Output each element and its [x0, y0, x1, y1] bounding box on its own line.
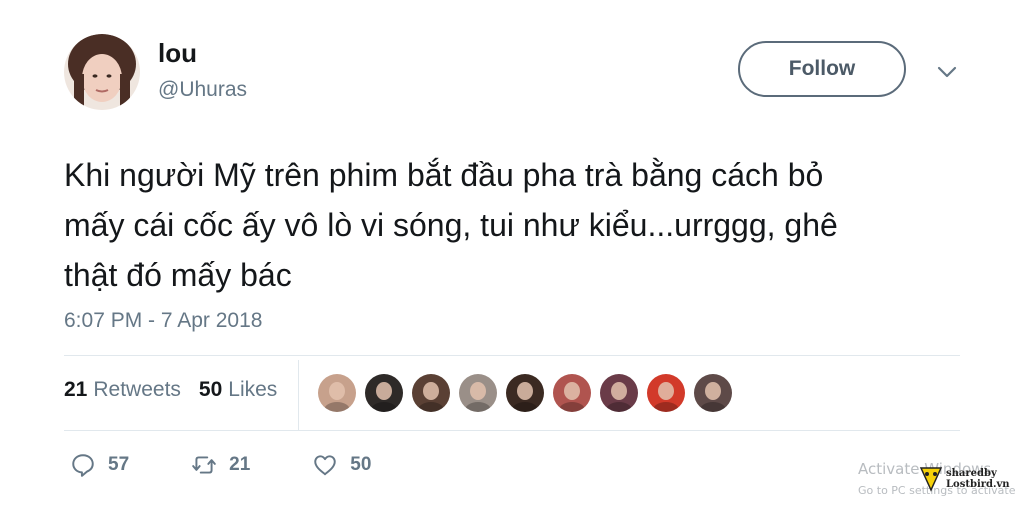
badge-line-1: sharedby: [946, 468, 997, 479]
follow-button[interactable]: Follow: [738, 41, 906, 97]
retweet-icon: [192, 456, 216, 474]
liker-avatar-2[interactable]: [365, 374, 403, 412]
reply-icon: [72, 454, 94, 477]
user-avatar[interactable]: [64, 34, 140, 110]
divider: [64, 355, 960, 356]
retweets-stat[interactable]: 21 Retweets: [64, 378, 181, 402]
liker-avatar-4[interactable]: [459, 374, 497, 412]
heart-icon: [314, 455, 337, 476]
retweet-button[interactable]: 21: [191, 452, 250, 478]
retweets-count: 21: [64, 378, 88, 401]
liker-avatar-1[interactable]: [318, 374, 356, 412]
user-name[interactable]: lou: [158, 38, 197, 69]
sharedby-badge: sharedby Lostbird.vn: [918, 464, 1010, 494]
like-button[interactable]: 50: [312, 452, 371, 478]
tweet-stats: 21 Retweets 50 Likes: [64, 378, 277, 402]
liker-avatar-9[interactable]: [694, 374, 732, 412]
bird-logo-icon: [919, 467, 943, 492]
chevron-down-icon[interactable]: [935, 60, 959, 84]
divider: [64, 430, 960, 431]
tweet-text-line: Khi người Mỹ trên phim bắt đầu pha trà b…: [64, 157, 824, 193]
liked-by-avatars: [318, 374, 732, 412]
like-count: 50: [350, 454, 372, 475]
retweet-count: 21: [229, 454, 251, 475]
user-handle[interactable]: @Uhuras: [158, 78, 247, 102]
tweet-timestamp[interactable]: 6:07 PM - 7 Apr 2018: [64, 309, 262, 333]
liker-avatar-3[interactable]: [412, 374, 450, 412]
likes-count: 50: [198, 378, 223, 401]
reply-count: 57: [108, 454, 130, 475]
stats-separator: [298, 360, 299, 430]
badge-line-2: Lostbird.vn: [946, 479, 1010, 490]
likes-label: Likes: [228, 378, 278, 401]
likes-stat[interactable]: 50 Likes: [199, 378, 277, 402]
liker-avatar-6[interactable]: [553, 374, 591, 412]
liker-avatar-8[interactable]: [647, 374, 685, 412]
tweet-text: Khi người Mỹ trên phim bắt đầu pha trà b…: [64, 150, 964, 300]
tweet-actions: 57 21 50: [70, 452, 433, 478]
retweets-label: Retweets: [93, 378, 181, 401]
tweet-text-line: mấy cái cốc ấy vô lò vi sóng, tui như ki…: [64, 207, 838, 243]
reply-button[interactable]: 57: [70, 452, 129, 478]
tweet-text-line: thật đó mấy bác: [64, 257, 292, 293]
liker-avatar-5[interactable]: [506, 374, 544, 412]
liker-avatar-7[interactable]: [600, 374, 638, 412]
